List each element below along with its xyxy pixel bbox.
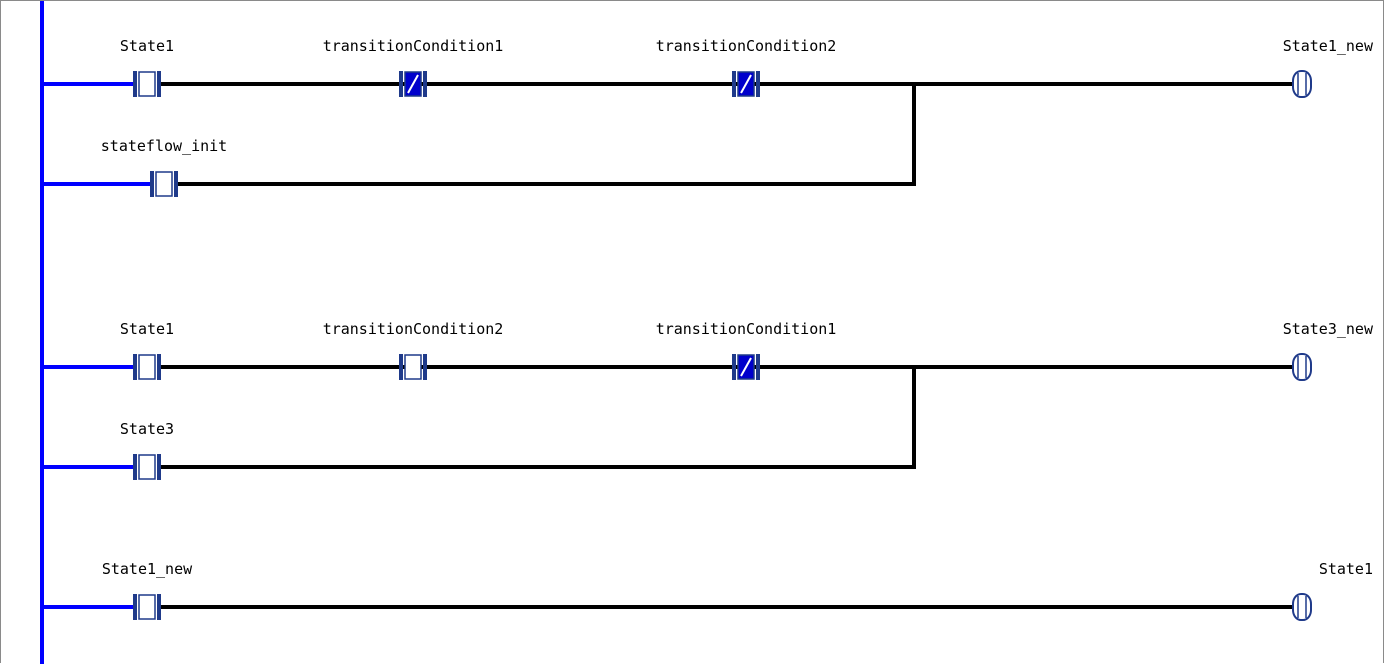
contact-label: State1 bbox=[120, 37, 174, 55]
contact-body bbox=[138, 354, 156, 380]
contact-body bbox=[138, 71, 156, 97]
coil-label: State1_new bbox=[1283, 37, 1374, 55]
contact-left-bar bbox=[732, 354, 736, 380]
contact-left-bar bbox=[133, 71, 137, 97]
ladder-diagram: State1 transitionCondition1 transitionCond… bbox=[40, 1, 1374, 664]
contact-left-bar bbox=[133, 454, 137, 480]
coil-body bbox=[1292, 353, 1312, 381]
contact-no-state1[interactable]: State1 bbox=[120, 37, 174, 97]
contact-no-state1[interactable]: State1 bbox=[120, 320, 174, 380]
contact-nc-transitioncondition2[interactable]: transitionCondition2 bbox=[656, 37, 837, 97]
contact-label: State1 bbox=[120, 320, 174, 338]
coil-state1[interactable]: State1 bbox=[1292, 560, 1373, 621]
contact-label: transitionCondition1 bbox=[323, 37, 504, 55]
coil-label: State3_new bbox=[1283, 320, 1374, 338]
contact-label: State3 bbox=[120, 420, 174, 438]
contact-nc-transitioncondition1[interactable]: transitionCondition1 bbox=[656, 320, 837, 380]
contact-no-state1-new[interactable]: State1_new bbox=[102, 560, 193, 620]
coil-label: State1 bbox=[1319, 560, 1373, 578]
contact-nc-transitioncondition1[interactable]: transitionCondition1 bbox=[323, 37, 504, 97]
contact-right-bar bbox=[756, 354, 760, 380]
contact-right-bar bbox=[157, 594, 161, 620]
contact-body bbox=[138, 594, 156, 620]
contact-right-bar bbox=[174, 171, 178, 197]
contact-left-bar bbox=[399, 71, 403, 97]
contact-left-bar bbox=[732, 71, 736, 97]
contact-no-transitioncondition2[interactable]: transitionCondition2 bbox=[323, 320, 504, 380]
contact-left-bar bbox=[133, 594, 137, 620]
contact-right-bar bbox=[423, 71, 427, 97]
contact-label: transitionCondition2 bbox=[656, 37, 837, 55]
contact-body bbox=[138, 454, 156, 480]
contact-right-bar bbox=[756, 71, 760, 97]
contact-body bbox=[404, 354, 422, 380]
contact-left-bar bbox=[133, 354, 137, 380]
contact-body bbox=[155, 171, 173, 197]
coil-body bbox=[1292, 70, 1312, 98]
contact-left-bar bbox=[150, 171, 154, 197]
contact-label: stateflow_init bbox=[101, 137, 227, 155]
contact-no-stateflow-init[interactable]: stateflow_init bbox=[101, 137, 227, 197]
contact-label: transitionCondition2 bbox=[323, 320, 504, 338]
coil-state1-new[interactable]: State1_new bbox=[1283, 37, 1374, 98]
contact-no-state3[interactable]: State3 bbox=[120, 420, 174, 480]
contact-right-bar bbox=[157, 354, 161, 380]
contact-right-bar bbox=[157, 454, 161, 480]
contact-right-bar bbox=[423, 354, 427, 380]
contact-left-bar bbox=[399, 354, 403, 380]
contact-label: State1_new bbox=[102, 560, 193, 578]
ladder-diagram-canvas: State1 transitionCondition1 transitionCond… bbox=[0, 0, 1384, 664]
coil-body bbox=[1292, 593, 1312, 621]
contact-right-bar bbox=[157, 71, 161, 97]
contact-label: transitionCondition1 bbox=[656, 320, 837, 338]
coil-state3-new[interactable]: State3_new bbox=[1283, 320, 1374, 381]
